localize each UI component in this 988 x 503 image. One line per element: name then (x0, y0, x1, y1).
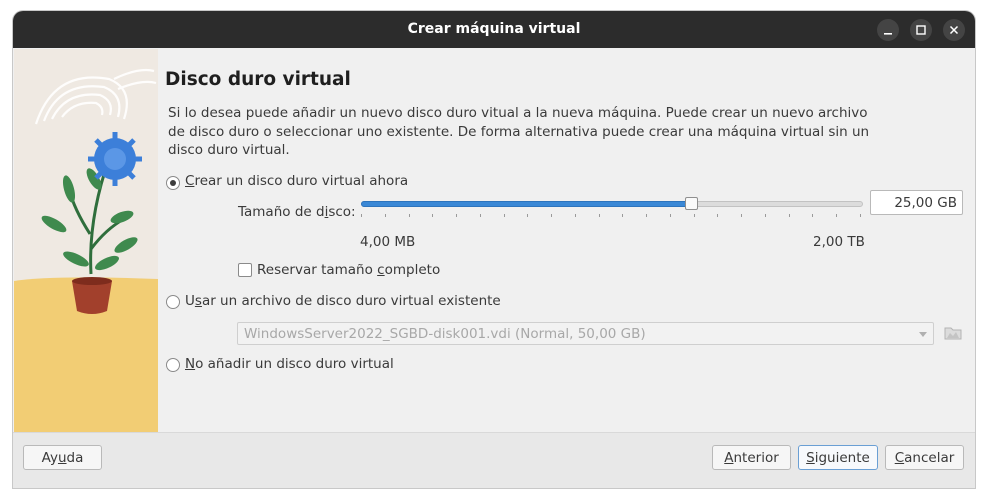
slider-tick (527, 214, 528, 217)
slider-tick (575, 214, 576, 217)
slider-tick (789, 214, 790, 217)
existing-disk-value: WindowsServer2022_SGBD-disk001.vdi (Norm… (244, 326, 646, 342)
slider-tick (836, 214, 837, 217)
slider-fill (361, 201, 693, 207)
window-title: Crear máquina virtual (407, 21, 581, 37)
slider-handle[interactable] (685, 197, 698, 210)
slider-tick (812, 214, 813, 217)
maximize-icon (916, 25, 926, 35)
slider-min-label: 4,00 MB (360, 234, 416, 250)
flower (88, 132, 142, 186)
existing-disk-radio[interactable] (166, 295, 180, 309)
title-bar: Crear máquina virtual (13, 11, 975, 48)
existing-disk-label[interactable]: Usar un archivo de disco duro virtual ex… (185, 293, 501, 309)
slider-tick (456, 214, 457, 217)
slider-tick (504, 214, 505, 217)
slider-tick (599, 214, 600, 217)
close-icon (949, 25, 959, 35)
slider-tick (765, 214, 766, 217)
slider-tick (480, 214, 481, 217)
button-bar: Ayuda Anterior Siguiente Cancelar (13, 432, 975, 488)
folder-icon[interactable] (943, 323, 963, 343)
create-disk-radio[interactable] (166, 176, 180, 190)
preallocate-label[interactable]: Reservar tamaño completo (257, 262, 440, 278)
slider-tick (361, 214, 362, 217)
slider-tick (409, 214, 410, 217)
wizard-window: Crear máquina virtual Disco duro virtual… (13, 11, 975, 488)
page-description: Si lo desea puede añadir un nuevo disco … (168, 105, 870, 158)
disk-size-slider[interactable] (361, 195, 863, 217)
existing-disk-select[interactable]: WindowsServer2022_SGBD-disk001.vdi (Norm… (237, 322, 934, 345)
no-disk-label[interactable]: No añadir un disco duro virtual (185, 356, 394, 372)
slider-tick (646, 214, 647, 217)
chevron-down-icon (919, 332, 927, 337)
next-button[interactable]: Siguiente (798, 445, 878, 470)
slider-tick (432, 214, 433, 217)
create-disk-label[interactable]: Crear un disco duro virtual ahora (185, 173, 408, 189)
slider-tick (694, 214, 695, 217)
slider-tick (670, 214, 671, 217)
back-button[interactable]: Anterior (712, 445, 791, 470)
slider-tick (385, 214, 386, 217)
slider-tick (860, 214, 861, 217)
slider-tick (551, 214, 552, 217)
slider-max-label: 2,00 TB (813, 234, 865, 250)
help-button[interactable]: Ayuda (23, 445, 102, 470)
cancel-button[interactable]: Cancelar (885, 445, 964, 470)
minimize-icon (884, 33, 892, 35)
slider-tick (717, 214, 718, 217)
slider-tick (622, 214, 623, 217)
page-title: Disco duro virtual (165, 69, 351, 90)
disk-size-label: Tamaño de disco: (238, 204, 356, 220)
wizard-content: Disco duro virtual Si lo desea puede aña… (165, 49, 971, 432)
wizard-illustration (14, 49, 158, 432)
disk-size-input[interactable]: 25,00 GB (870, 190, 963, 215)
no-disk-radio[interactable] (166, 358, 180, 372)
minimize-button[interactable] (877, 19, 899, 41)
slider-tick (741, 214, 742, 217)
preallocate-checkbox[interactable] (238, 263, 252, 277)
close-button[interactable] (943, 19, 965, 41)
maximize-button[interactable] (910, 19, 932, 41)
